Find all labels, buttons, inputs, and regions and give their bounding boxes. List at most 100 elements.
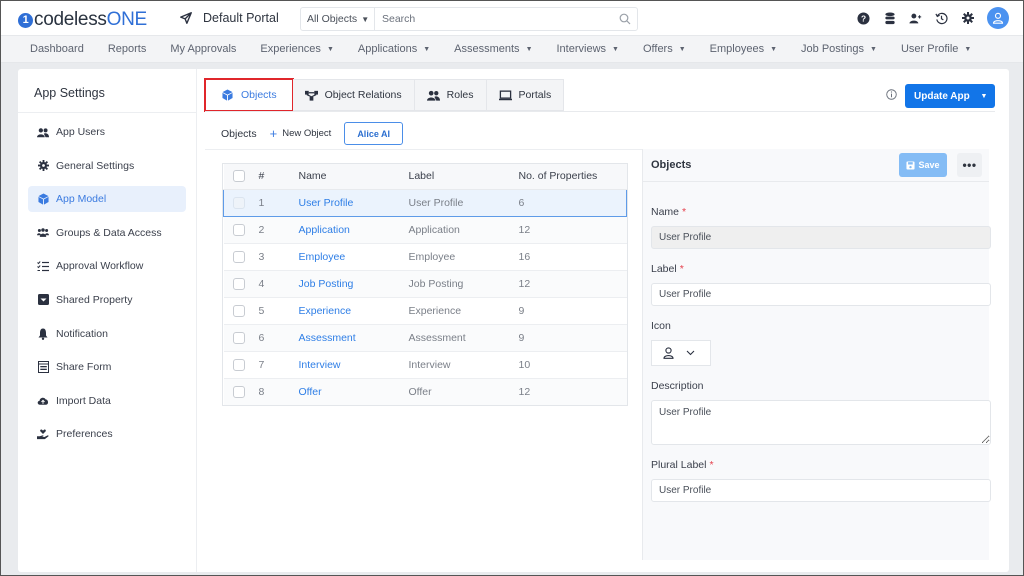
nav-item-employees[interactable]: Employees ▼ — [710, 43, 777, 55]
object-label: Assessment — [408, 324, 519, 352]
table-row[interactable]: 8 Offer Offer 12 — [223, 378, 627, 405]
object-label: Application — [408, 216, 519, 244]
more-options-button[interactable]: ••• — [957, 153, 982, 177]
object-form: Name* Label* Icon Description User Profi… — [643, 206, 991, 502]
nav-item-label: Job Postings — [801, 43, 865, 55]
update-app-button[interactable]: Update App ▼ — [905, 84, 995, 108]
object-label: Job Posting — [408, 270, 519, 298]
sidebar-item-shared-property[interactable]: Shared Property — [28, 287, 186, 313]
object-name-link[interactable]: Experience — [298, 297, 409, 325]
tab-label: Objects — [241, 89, 277, 101]
object-name-link[interactable]: Assessment — [298, 324, 409, 352]
sidebar-item-label: Preferences — [56, 428, 113, 441]
row-checkbox[interactable] — [232, 385, 245, 398]
cloud-upload-icon — [37, 395, 49, 407]
object-name-link[interactable]: Offer — [298, 378, 409, 405]
user-avatar-icon[interactable] — [987, 7, 1009, 29]
table-row[interactable]: 3 Employee Employee 16 — [223, 243, 627, 271]
name-input — [651, 226, 991, 249]
select-all-checkbox[interactable] — [232, 170, 245, 183]
tab-roles[interactable]: Roles — [414, 79, 487, 111]
sidebar-item-general-settings[interactable]: General Settings — [28, 153, 186, 179]
search-scope-dropdown[interactable]: All Objects ▼ — [301, 8, 375, 30]
row-checkbox[interactable] — [232, 277, 245, 290]
nav-item-reports[interactable]: Reports — [108, 43, 147, 55]
sidebar-item-share-form[interactable]: Share Form — [28, 354, 186, 380]
description-textarea[interactable]: User Profile — [651, 400, 991, 445]
table-row[interactable]: 2 Application Application 12 — [223, 216, 627, 244]
table-row[interactable]: 6 Assessment Assessment 9 — [223, 324, 627, 352]
row-checkbox[interactable] — [232, 250, 245, 263]
table-row[interactable]: 5 Experience Experience 9 — [223, 297, 627, 325]
col-header-properties[interactable]: No. of Properties — [518, 164, 627, 190]
search-icon[interactable] — [613, 13, 637, 25]
update-app-label: Update App — [914, 90, 970, 102]
col-header-name[interactable]: Name — [298, 164, 409, 190]
label-label-text: Label — [651, 263, 677, 275]
portal-selector[interactable]: Default Portal — [179, 11, 279, 25]
tab-objects[interactable]: Objects — [204, 78, 294, 112]
nav-item-offers[interactable]: Offers ▼ — [643, 43, 686, 55]
object-name-link[interactable]: Job Posting — [298, 270, 409, 298]
plural-label-input[interactable] — [651, 479, 991, 502]
nav-item-job-postings[interactable]: Job Postings ▼ — [801, 43, 877, 55]
row-checkbox[interactable] — [232, 331, 245, 344]
object-name-link[interactable]: Employee — [298, 243, 409, 271]
app-logo[interactable]: 1 codeless ONE — [18, 9, 147, 31]
alice-ai-button[interactable]: Alice AI — [344, 122, 403, 145]
nav-item-dashboard[interactable]: Dashboard — [30, 43, 84, 55]
checklist-icon — [37, 260, 49, 272]
row-number: 8 — [253, 378, 299, 405]
nav-item-assessments[interactable]: Assessments ▼ — [454, 43, 532, 55]
top-header: 1 codeless ONE Default Portal All Objects… — [1, 1, 1023, 36]
nav-item-experiences[interactable]: Experiences ▼ — [260, 43, 333, 55]
sidebar-item-preferences[interactable]: Preferences — [28, 421, 186, 447]
table-row[interactable]: 4 Job Posting Job Posting 12 — [223, 270, 627, 298]
caret-down-icon: ▼ — [525, 45, 533, 53]
row-checkbox[interactable] — [232, 304, 245, 317]
save-button[interactable]: Save — [899, 153, 947, 177]
users-icon — [426, 89, 440, 102]
caret-down-icon[interactable]: ▼ — [973, 93, 995, 100]
sidebar-item-label: General Settings — [56, 159, 135, 172]
name-label-text: Name — [651, 206, 680, 218]
history-icon[interactable] — [935, 12, 948, 25]
sidebar-item-notification[interactable]: Notification — [28, 321, 186, 347]
icon-field-label: Icon — [651, 320, 671, 332]
row-select-cell — [223, 243, 254, 271]
col-header-label[interactable]: Label — [408, 164, 519, 190]
row-checkbox[interactable] — [232, 358, 245, 371]
nav-item-my-approvals[interactable]: My Approvals — [170, 43, 236, 55]
tab-object-relations[interactable]: Object Relations — [292, 79, 415, 111]
sidebar-item-app-model[interactable]: App Model — [28, 186, 186, 213]
object-name-link[interactable]: Application — [298, 216, 409, 244]
nav-item-label: My Approvals — [170, 43, 237, 55]
label-input[interactable] — [651, 283, 991, 306]
sidebar-item-import-data[interactable]: Import Data — [28, 388, 186, 414]
table-row[interactable]: 7 Interview Interview 10 — [223, 351, 627, 379]
sidebar-item-app-users[interactable]: App Users — [28, 119, 186, 145]
tab-portals[interactable]: Portals — [486, 79, 565, 111]
row-select-cell — [223, 378, 254, 405]
nav-item-user-profile[interactable]: User Profile ▼ — [901, 43, 971, 55]
sidebar-item-groups-data-access[interactable]: Groups & Data Access — [28, 220, 186, 246]
nav-item-interviews[interactable]: Interviews ▼ — [557, 43, 619, 55]
chevron-down-icon — [686, 350, 695, 356]
add-user-icon[interactable] — [909, 12, 922, 25]
gear-icon[interactable] — [961, 12, 974, 25]
object-name-link[interactable]: User Profile — [298, 188, 409, 217]
paper-plane-icon — [180, 12, 192, 24]
help-icon[interactable]: ? — [857, 11, 870, 25]
nav-item-applications[interactable]: Applications ▼ — [358, 43, 430, 55]
search-input[interactable] — [375, 13, 613, 25]
database-icon[interactable] — [883, 11, 896, 25]
table-row[interactable]: 1 User Profile User Profile 6 — [223, 188, 627, 217]
sidebar-item-approval-workflow[interactable]: Approval Workflow — [28, 253, 186, 279]
col-header-number[interactable]: # — [253, 164, 299, 190]
row-checkbox[interactable] — [233, 196, 245, 209]
info-icon[interactable] — [886, 89, 897, 100]
row-checkbox[interactable] — [232, 223, 245, 236]
icon-picker-dropdown[interactable] — [651, 340, 711, 366]
object-name-link[interactable]: Interview — [298, 351, 409, 379]
new-object-button[interactable]: + New Object — [270, 126, 332, 141]
